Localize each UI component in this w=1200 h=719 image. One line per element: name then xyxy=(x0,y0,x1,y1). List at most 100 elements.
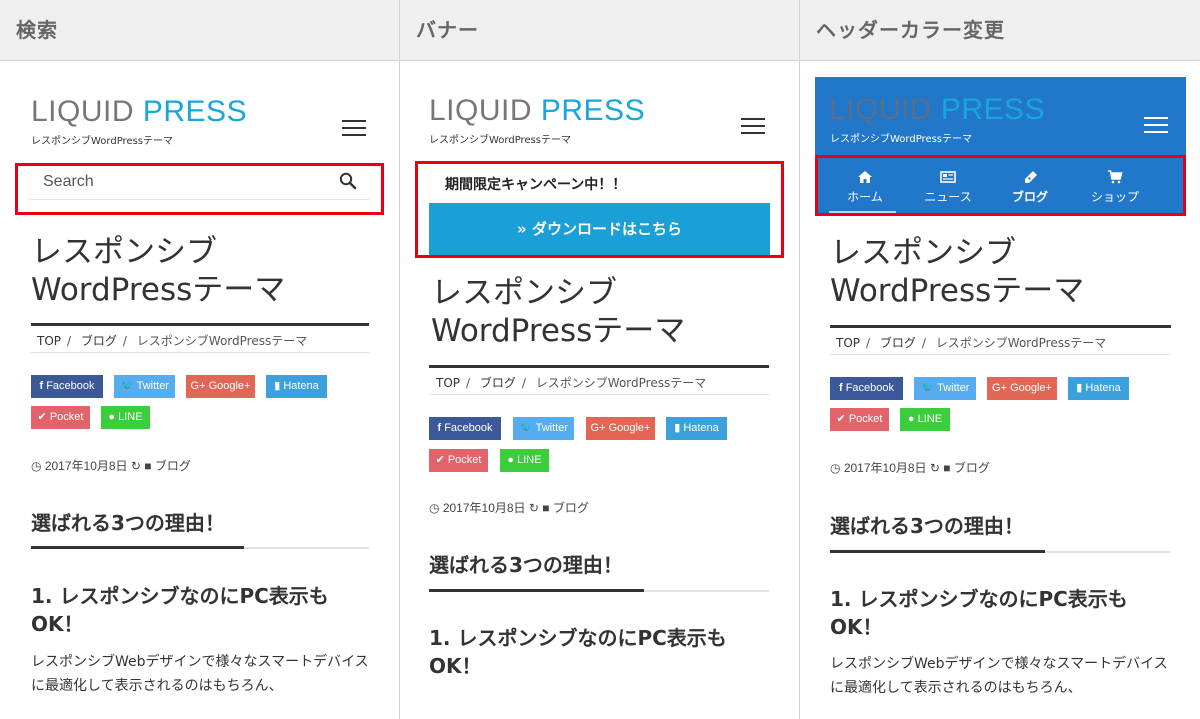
folder-icon: ■ xyxy=(144,459,152,473)
breadcrumb-top[interactable]: TOP xyxy=(836,336,860,350)
post-meta: ◷ 2017年10月8日 ↻ ■ ブログ xyxy=(31,457,191,474)
hamburger-menu-icon[interactable] xyxy=(741,118,765,134)
body-text: レスポンシブWebデザインで様々なスマートデバイスに最適化して表示されるのはもち… xyxy=(31,654,369,694)
breadcrumb-blog[interactable]: ブログ xyxy=(880,336,916,350)
refresh-icon: ↻ xyxy=(130,459,141,473)
share-hatena-button[interactable]: ▮ Hatena xyxy=(266,375,327,398)
subsection-heading: 1. レスポンシブなのにPC表示もOK！ xyxy=(830,587,1128,639)
share-hatena-button[interactable]: ▮ Hatena xyxy=(1068,377,1129,400)
breadcrumb-current: レスポンシブWordPressテーマ xyxy=(535,376,707,390)
search-field[interactable]: Search xyxy=(29,168,369,200)
column-heading-text: バナー xyxy=(416,18,479,42)
share-googleplus-button[interactable]: G+ Google+ xyxy=(186,375,255,398)
site-logo[interactable]: LIQUID PRESS xyxy=(829,93,1045,127)
pen-icon xyxy=(1025,171,1037,183)
share-twitter-button[interactable]: 🐦 Twitter xyxy=(914,377,976,400)
column-heading: 検索 xyxy=(0,0,399,61)
share-line-button[interactable]: ● LINE xyxy=(500,449,549,472)
logo-part1: LIQUID xyxy=(829,93,933,126)
search-input[interactable]: Search xyxy=(43,173,94,191)
logo-part2: PRESS xyxy=(940,93,1046,126)
share-googleplus-button[interactable]: G+ Google+ xyxy=(586,417,655,440)
divider xyxy=(31,352,369,353)
campaign-text: 期間限定キャンペーン中！！ xyxy=(445,177,627,193)
nav-label: ホーム xyxy=(847,190,883,204)
logo-part2: PRESS xyxy=(142,95,248,128)
cart-icon xyxy=(1108,170,1123,184)
refresh-icon: ↻ xyxy=(929,461,940,475)
download-button[interactable]: » ダウンロードはこちら xyxy=(429,203,770,255)
nav-item-shop[interactable]: ショップ xyxy=(1083,170,1147,205)
clock-icon: ◷ xyxy=(830,461,841,475)
nav-item-home[interactable]: ホーム xyxy=(835,170,895,205)
breadcrumb-top[interactable]: TOP xyxy=(37,334,61,348)
nav-item-news[interactable]: ニュース xyxy=(913,170,983,205)
breadcrumb-blog[interactable]: ブログ xyxy=(81,334,117,348)
section-heading: 選ばれる3つの理由！ xyxy=(429,553,623,577)
nav-label: ニュース xyxy=(924,190,972,204)
share-pocket-button[interactable]: ✔ Pocket xyxy=(31,406,90,429)
panel-banner: バナー LIQUID PRESS レスポンシブWordPressテーマ 期間限定… xyxy=(400,0,799,719)
newspaper-icon xyxy=(940,171,956,183)
post-title-line1: レスポンシブ xyxy=(431,275,617,311)
post-category[interactable]: ブログ xyxy=(954,461,990,475)
hamburger-menu-icon[interactable] xyxy=(342,120,366,136)
search-icon[interactable] xyxy=(339,172,357,190)
post-title-line2: WordPressテーマ xyxy=(830,273,1085,309)
heading-underline xyxy=(31,546,244,549)
subsection-heading: 1. レスポンシブなのにPC表示もOK！ xyxy=(31,584,329,636)
clock-icon: ◷ xyxy=(429,501,440,515)
heading-underline xyxy=(429,589,644,592)
logo-part1: LIQUID xyxy=(429,94,533,127)
post-date: 2017年10月8日 xyxy=(44,459,128,473)
panel-header-color: ヘッダーカラー変更 LIQUID PRESS レスポンシブWordPressテー… xyxy=(800,0,1200,719)
nav-label: ショップ xyxy=(1090,190,1139,204)
share-pocket-button[interactable]: ✔ Pocket xyxy=(429,449,488,472)
share-googleplus-button[interactable]: G+ Google+ xyxy=(987,377,1057,400)
clock-icon: ◷ xyxy=(31,459,42,473)
divider xyxy=(31,323,369,326)
share-twitter-button[interactable]: 🐦 Twitter xyxy=(114,375,175,398)
section-heading: 選ばれる3つの理由！ xyxy=(830,514,1024,538)
site-logo[interactable]: LIQUID PRESS xyxy=(31,95,247,129)
site-tagline: レスポンシブWordPressテーマ xyxy=(830,134,973,145)
nav-active-indicator xyxy=(829,211,896,213)
share-facebook-button[interactable]: f Facebook xyxy=(429,417,501,440)
post-meta: ◷ 2017年10月8日 ↻ ■ ブログ xyxy=(429,499,589,516)
breadcrumb-blog[interactable]: ブログ xyxy=(480,376,516,390)
refresh-icon: ↻ xyxy=(528,501,539,515)
section-heading: 選ばれる3つの理由！ xyxy=(31,511,225,535)
divider xyxy=(429,394,769,395)
logo-part2: PRESS xyxy=(540,94,646,127)
breadcrumb-current: レスポンシブWordPressテーマ xyxy=(935,336,1107,350)
nav-label: ブログ xyxy=(1011,190,1048,204)
post-category[interactable]: ブログ xyxy=(553,501,589,515)
site-logo[interactable]: LIQUID PRESS xyxy=(429,94,645,128)
share-twitter-button[interactable]: 🐦 Twitter xyxy=(513,417,574,440)
share-facebook-button[interactable]: f Facebook xyxy=(830,377,903,400)
column-heading: バナー xyxy=(400,0,799,61)
post-category[interactable]: ブログ xyxy=(155,459,191,473)
logo-part1: LIQUID xyxy=(31,95,135,128)
post-title-line2: WordPressテーマ xyxy=(431,313,686,349)
home-icon xyxy=(858,171,872,183)
folder-icon: ■ xyxy=(542,501,550,515)
nav-item-blog[interactable]: ブログ xyxy=(1000,170,1060,205)
share-facebook-button[interactable]: f Facebook xyxy=(31,375,103,398)
post-meta: ◷ 2017年10月8日 ↻ ■ ブログ xyxy=(830,459,990,476)
divider xyxy=(429,365,769,368)
breadcrumb: TOP / ブログ / レスポンシブWordPressテーマ xyxy=(836,336,1107,350)
hamburger-menu-icon[interactable] xyxy=(1144,117,1168,133)
column-heading-text: 検索 xyxy=(16,18,58,42)
share-line-button[interactable]: ● LINE xyxy=(101,406,150,429)
site-tagline: レスポンシブWordPressテーマ xyxy=(31,136,174,147)
share-line-button[interactable]: ● LINE xyxy=(900,408,950,431)
divider xyxy=(830,354,1171,355)
breadcrumb-top[interactable]: TOP xyxy=(436,376,460,390)
post-title-line2: WordPressテーマ xyxy=(31,272,286,308)
breadcrumb: TOP / ブログ / レスポンシブWordPressテーマ xyxy=(37,334,308,348)
column-heading: ヘッダーカラー変更 xyxy=(800,0,1200,61)
share-pocket-button[interactable]: ✔ Pocket xyxy=(830,408,889,431)
share-hatena-button[interactable]: ▮ Hatena xyxy=(666,417,727,440)
subsection-heading: 1. レスポンシブなのにPC表示もOK！ xyxy=(429,626,727,678)
